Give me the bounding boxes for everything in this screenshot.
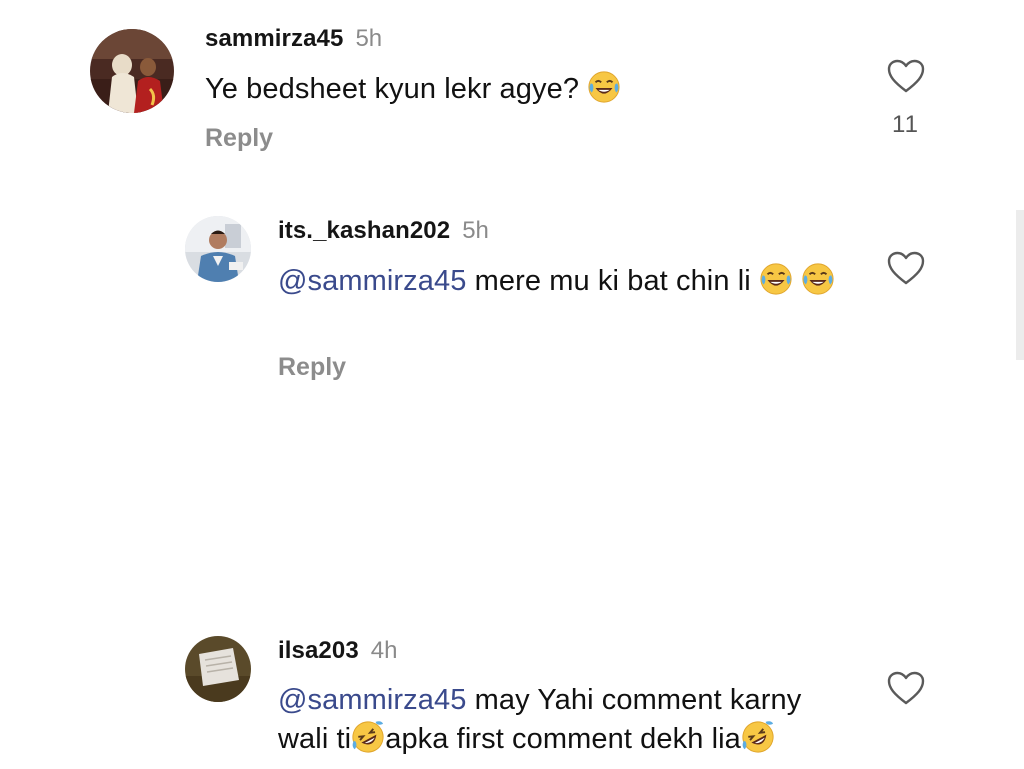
timestamp: 5h [462, 217, 489, 244]
avatar[interactable] [185, 636, 251, 702]
comment-text: Ye bedsheet kyun lekr agye? [205, 70, 621, 109]
heart-outline-icon [887, 671, 925, 705]
comment-body: Ye bedsheet kyun lekr agye? [205, 73, 580, 105]
timestamp: 5h [355, 25, 383, 52]
comment-line: wali ti apka first comment dekh lia [278, 720, 878, 759]
heart-outline-icon [887, 251, 925, 285]
like-button[interactable] [886, 58, 926, 94]
username[interactable]: its._kashan202 [278, 217, 450, 244]
face-with-tears-of-joy-icon [801, 262, 835, 296]
mention-link[interactable]: @sammirza45 [278, 684, 466, 716]
timestamp: 4h [370, 637, 398, 664]
reply-button[interactable]: Reply [278, 352, 346, 382]
mention-link[interactable]: @sammirza45 [278, 265, 466, 297]
comment-body: mere mu ki bat chin li [474, 265, 751, 297]
rolling-on-the-floor-laughing-icon [351, 720, 385, 754]
comment-meta: its._kashan202 5h [278, 216, 489, 246]
like-button[interactable] [886, 250, 926, 286]
comment-meta: ilsa203 4h [278, 636, 397, 666]
like-button[interactable] [886, 670, 926, 706]
comment-body: may Yahi comment karny [474, 684, 802, 716]
avatar[interactable] [185, 216, 251, 282]
comment-body: wali ti [278, 723, 352, 755]
username[interactable]: sammirza45 [205, 25, 343, 52]
rolling-on-the-floor-laughing-icon [741, 720, 775, 754]
comment-text: @sammirza45 may Yahi comment karny wali … [278, 681, 878, 759]
comment-body: apka first comment dekh lia [385, 723, 741, 755]
comment-line: @sammirza45 may Yahi comment karny [278, 681, 878, 720]
like-count: 11 [892, 111, 919, 138]
scrollbar[interactable] [1016, 210, 1024, 360]
heart-outline-icon [887, 59, 925, 93]
reply-button[interactable]: Reply [205, 123, 273, 153]
comment-meta: sammirza45 5h [205, 24, 382, 54]
face-with-tears-of-joy-icon [759, 262, 793, 296]
comment-text: @sammirza45 mere mu ki bat chin li [278, 262, 848, 301]
avatar[interactable] [90, 29, 174, 113]
username[interactable]: ilsa203 [278, 637, 359, 664]
face-with-tears-of-joy-icon [587, 70, 621, 104]
